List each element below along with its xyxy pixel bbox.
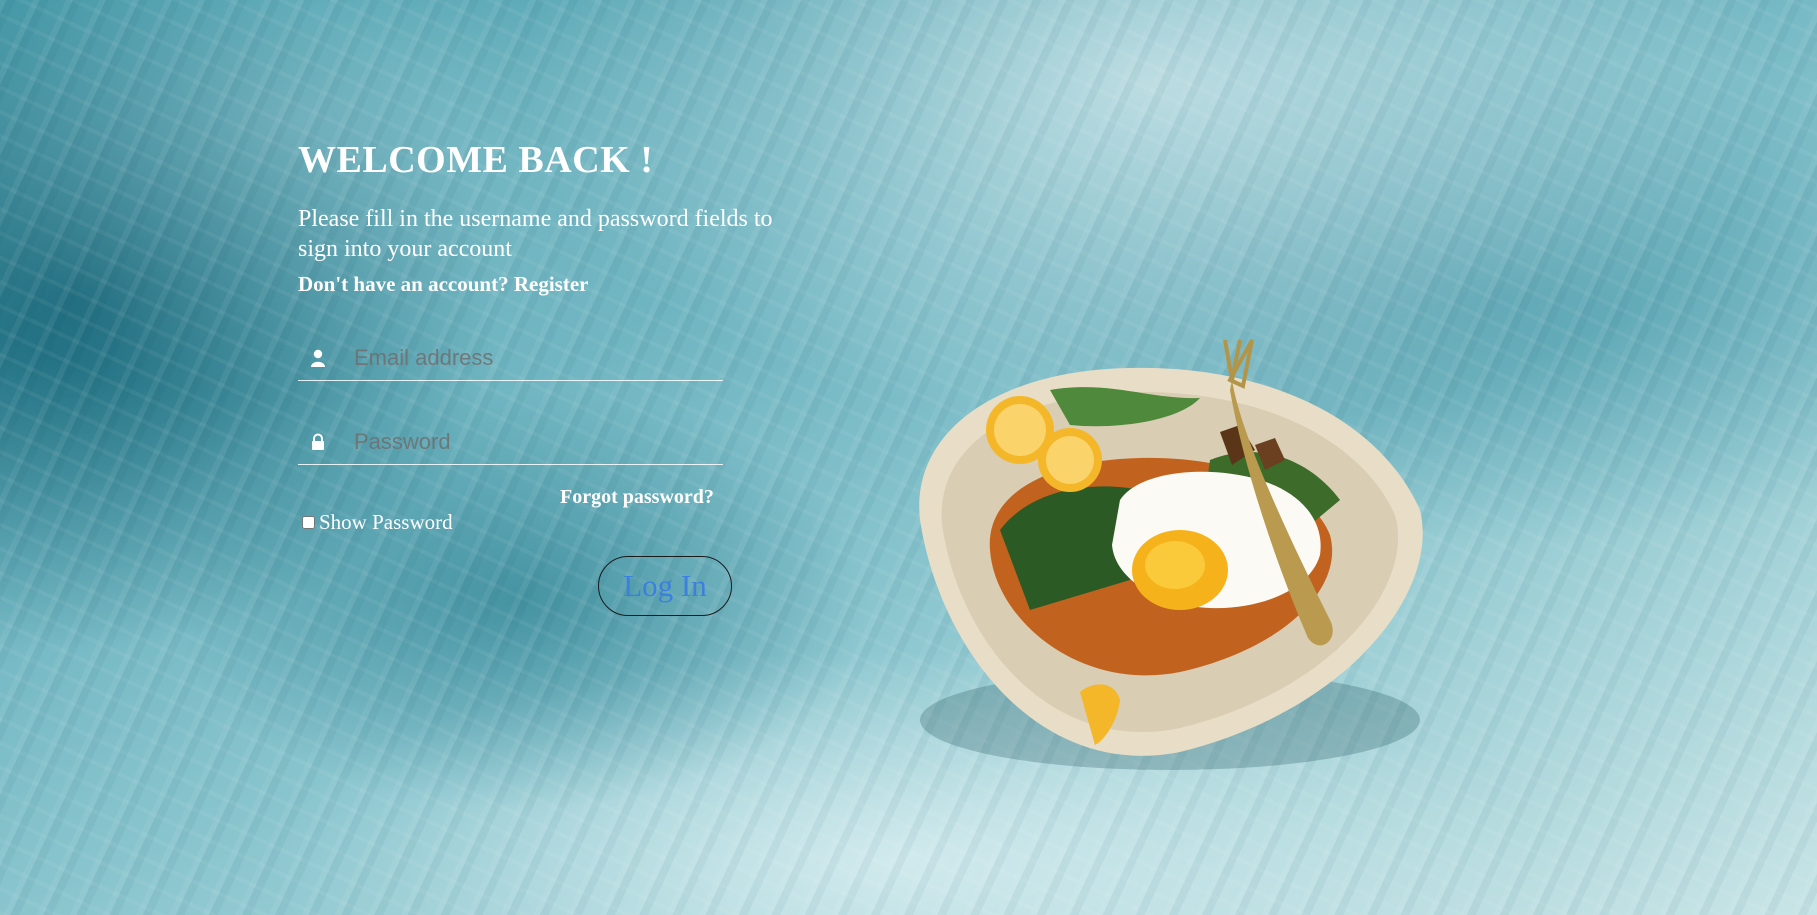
forgot-password-link[interactable]: Forgot password?: [560, 486, 714, 509]
register-link[interactable]: Register: [514, 272, 589, 296]
show-password-label: Show Password: [319, 510, 453, 534]
login-instructions: Please fill in the username and password…: [298, 206, 773, 262]
login-panel: WELCOME BACK ! Please fill in the userna…: [298, 138, 818, 616]
email-input[interactable]: [354, 343, 714, 373]
user-icon: [311, 349, 325, 367]
email-field-row: [298, 335, 723, 381]
password-input[interactable]: [354, 427, 714, 457]
page-title: WELCOME BACK !: [298, 139, 654, 181]
login-button[interactable]: Log In: [598, 556, 732, 616]
show-password-checkbox[interactable]: [302, 516, 315, 529]
register-prompt-text: Don't have an account?: [298, 272, 509, 296]
show-password-toggle[interactable]: Show Password: [302, 510, 453, 535]
register-prompt: Don't have an account? Register: [298, 272, 818, 297]
password-field-row: [298, 419, 723, 465]
food-plate-image: [919, 339, 1423, 770]
lock-icon: [312, 433, 324, 450]
